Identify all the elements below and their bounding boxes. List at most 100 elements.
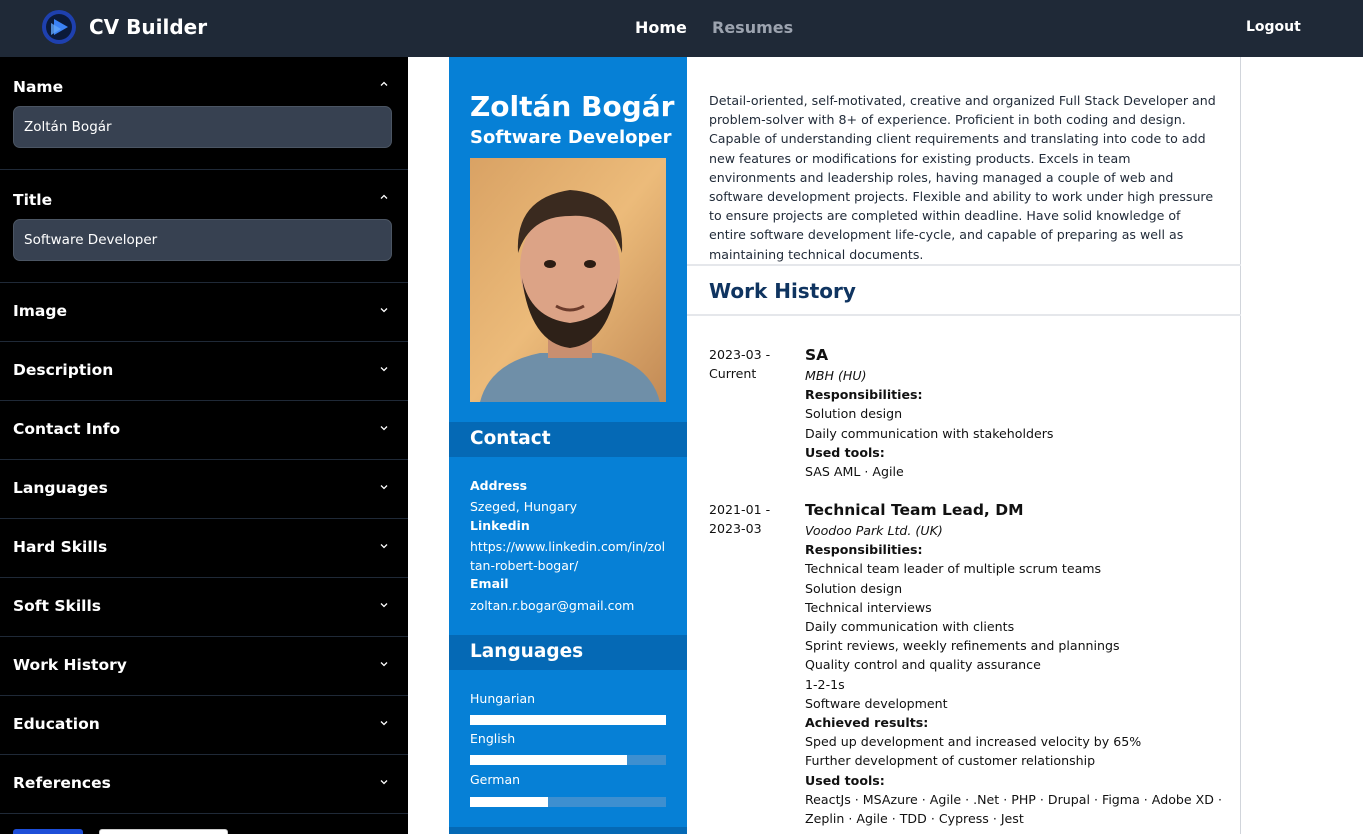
- chevron-up-icon: [380, 81, 388, 86]
- section-name-header[interactable]: Name: [0, 57, 408, 105]
- chevron-down-icon: [380, 721, 388, 726]
- achieved-results-label: Achieved results:: [805, 715, 929, 731]
- address-label: Address: [470, 478, 528, 493]
- divider: [687, 264, 1241, 266]
- section-references-title: References: [13, 774, 111, 792]
- section-education-title: Education: [13, 715, 100, 733]
- section-languages[interactable]: Languages: [0, 460, 408, 519]
- section-references[interactable]: References: [0, 755, 408, 814]
- language-level-bar: [470, 797, 666, 807]
- linkedin-value[interactable]: https://www.linkedin.com/in/zoltan-rober…: [470, 537, 670, 575]
- work-history-heading: Work History: [709, 279, 856, 303]
- chevron-down-icon: [380, 780, 388, 785]
- responsibility-item: Technical team leader of multiple scrum …: [805, 561, 1102, 577]
- job-dates: 2021-01 - 2023-03: [709, 500, 789, 538]
- language-level-fill: [470, 715, 666, 725]
- languages-heading: Languages: [470, 641, 584, 662]
- linkedin-label: Linkedin: [470, 518, 530, 533]
- name-input[interactable]: [13, 106, 392, 148]
- email-label: Email: [470, 576, 509, 591]
- resume-name: Zoltán Bogár: [470, 90, 675, 123]
- resume-left-column: Zoltán Bogár Software Developer Contact …: [449, 57, 687, 834]
- responsibility-item: Sprint reviews, weekly refinements and p…: [805, 638, 1120, 654]
- job-date-end: 2023-03: [709, 521, 762, 536]
- languages-heading-band: Languages: [449, 635, 687, 670]
- job-date-end: Current: [709, 366, 757, 381]
- next-section-band: [449, 827, 687, 834]
- profile-description: Detail-oriented, self-motivated, creativ…: [709, 93, 1216, 262]
- resume-title: Software Developer: [470, 127, 672, 148]
- nav-home-link[interactable]: Home: [635, 18, 687, 37]
- responsibility-item: Daily communication with clients: [805, 619, 1015, 635]
- divider: [687, 314, 1241, 316]
- language-name: English: [470, 731, 516, 746]
- contact-heading: Contact: [470, 428, 551, 449]
- title-input[interactable]: [13, 219, 392, 261]
- chevron-down-icon: [380, 426, 388, 431]
- section-title-title: Title: [13, 191, 53, 209]
- section-work-history-title: Work History: [13, 656, 127, 674]
- app-name: CV Builder: [89, 15, 208, 39]
- cv-builder-logo-icon: [42, 10, 76, 44]
- chevron-down-icon: [380, 662, 388, 667]
- section-work-history[interactable]: Work History: [0, 637, 408, 696]
- used-tools: ReactJs · MSAzure · Agile · .Net · PHP ·…: [805, 791, 1222, 827]
- section-name: Name: [0, 57, 408, 170]
- language-level-bar: [470, 755, 666, 765]
- nav-resumes-link[interactable]: Resumes: [712, 18, 793, 37]
- section-description-title: Description: [13, 361, 114, 379]
- email-value[interactable]: zoltan.r.bogar@gmail.com: [470, 596, 670, 615]
- job-role: Technical Team Lead, DM: [805, 501, 1024, 519]
- section-hard-skills-title: Hard Skills: [13, 538, 108, 556]
- chevron-down-icon: [380, 367, 388, 372]
- responsibility-item: Solution design: [805, 580, 903, 596]
- section-contact-info[interactable]: Contact Info: [0, 401, 408, 460]
- used-tools: SAS AML · Agile: [805, 464, 904, 480]
- used-tools-label: Used tools:: [805, 444, 885, 460]
- result-item: Sped up development and increased veloci…: [805, 734, 1142, 750]
- job-details: Technical Team Lead, DM Voodoo Park Ltd.…: [805, 500, 1225, 828]
- responsibility-item: Software development: [805, 695, 948, 711]
- language-level-fill: [470, 755, 627, 765]
- contact-heading-band: Contact: [449, 422, 687, 457]
- section-languages-title: Languages: [13, 479, 108, 497]
- section-image[interactable]: Image: [0, 283, 408, 342]
- section-title-header[interactable]: Title: [0, 170, 408, 218]
- brand[interactable]: CV Builder: [41, 9, 207, 45]
- section-soft-skills[interactable]: Soft Skills: [0, 578, 408, 637]
- job-dates: 2023-03 - Current: [709, 345, 789, 383]
- resume-preview: Zoltán Bogár Software Developer Contact …: [449, 57, 1241, 834]
- editor-sidebar: Name Title Image Description Contact Inf…: [0, 57, 408, 834]
- used-tools-label: Used tools:: [805, 772, 885, 788]
- secondary-action-button[interactable]: [99, 829, 228, 834]
- responsibility-item: Solution design: [805, 406, 903, 422]
- chevron-down-icon: [380, 603, 388, 608]
- chevron-up-icon: [380, 194, 388, 199]
- section-education[interactable]: Education: [0, 696, 408, 755]
- section-hard-skills[interactable]: Hard Skills: [0, 519, 408, 578]
- responsibility-item: Technical interviews: [805, 599, 932, 615]
- section-image-title: Image: [13, 302, 67, 320]
- chevron-down-icon: [380, 308, 388, 313]
- address-value: Szeged, Hungary: [470, 499, 578, 514]
- responsibilities-label: Responsibilities:: [805, 387, 923, 403]
- job-date-start: 2023-03 -: [709, 347, 771, 362]
- language-level-fill: [470, 797, 549, 807]
- job-company: Voodoo Park Ltd. (UK): [805, 523, 943, 538]
- language-name: Hungarian: [470, 691, 536, 706]
- profile-photo: [470, 158, 666, 402]
- section-description[interactable]: Description: [0, 342, 408, 401]
- section-name-title: Name: [13, 78, 64, 96]
- top-navbar: CV Builder Home Resumes Logout: [0, 0, 1363, 57]
- responsibility-item: Daily communication with stakeholders: [805, 425, 1054, 441]
- primary-action-button[interactable]: [13, 829, 83, 834]
- section-contact-info-title: Contact Info: [13, 420, 121, 438]
- logout-link[interactable]: Logout: [1246, 19, 1301, 35]
- section-title: Title: [0, 170, 408, 283]
- responsibilities-label: Responsibilities:: [805, 542, 923, 558]
- job-date-start: 2021-01 -: [709, 502, 771, 517]
- chevron-down-icon: [380, 544, 388, 549]
- job-role: SA: [805, 346, 829, 364]
- responsibility-item: Quality control and quality assurance: [805, 657, 1041, 673]
- chevron-down-icon: [380, 485, 388, 490]
